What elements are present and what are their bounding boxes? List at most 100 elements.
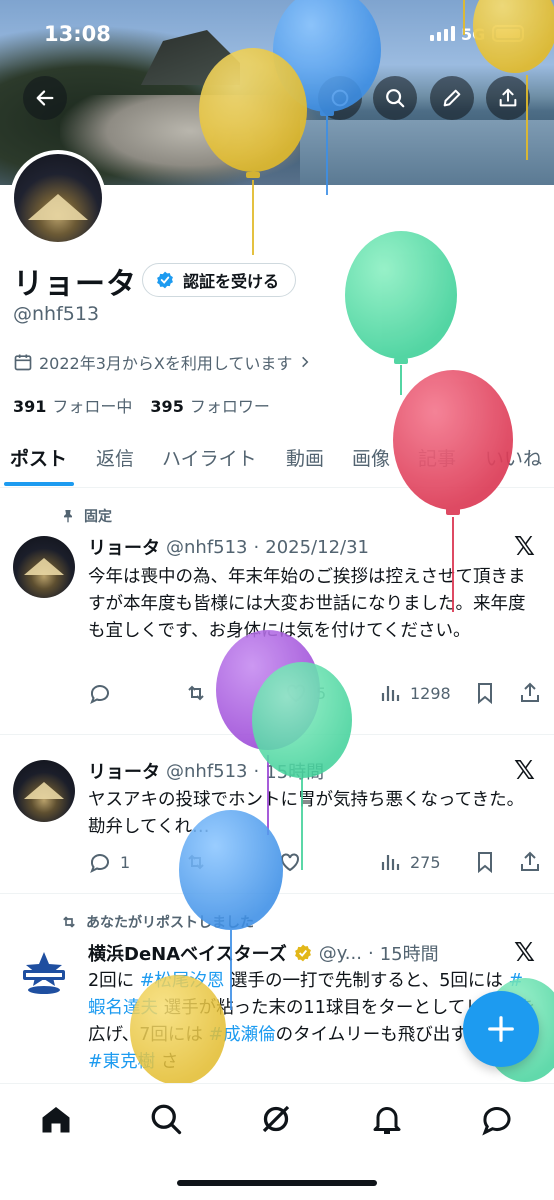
grok-button[interactable] xyxy=(318,76,362,120)
nav-notifications[interactable] xyxy=(369,1101,405,1137)
tab-articles[interactable]: 記事 xyxy=(418,444,456,471)
search-icon xyxy=(386,89,405,108)
followers-count: 395 xyxy=(150,397,184,416)
home-icon xyxy=(42,1107,70,1133)
tab-replies[interactable]: 返信 xyxy=(96,444,134,471)
bookmark-button[interactable] xyxy=(473,681,497,705)
compose-button[interactable] xyxy=(463,991,539,1067)
grok-icon xyxy=(262,1105,290,1133)
status-bar: 13:08 5G xyxy=(0,0,554,70)
bookmark-icon xyxy=(478,683,492,705)
post-text[interactable]: ヤスアキの投球でホントに胃が気持ち悪くなってきた。勘弁してくれ… xyxy=(88,787,536,841)
tab-images[interactable]: 画像 xyxy=(352,444,390,471)
profile-handle: @nhf513 xyxy=(13,303,100,325)
tab-videos[interactable]: 動画 xyxy=(286,444,324,471)
back-button[interactable] xyxy=(23,76,67,120)
repost-button[interactable] xyxy=(184,850,216,874)
post-separator: · xyxy=(367,942,374,964)
views-icon xyxy=(381,686,400,701)
share-button[interactable] xyxy=(486,76,530,120)
reply-button[interactable] xyxy=(88,681,120,705)
nav-home[interactable] xyxy=(38,1101,74,1137)
edit-button[interactable] xyxy=(430,76,474,120)
home-indicator xyxy=(177,1180,377,1186)
views-count: 275 xyxy=(410,852,441,872)
post-time: 2025/12/31 xyxy=(265,536,369,558)
post-author-handle: @nhf513 xyxy=(166,536,248,558)
tab-highlights[interactable]: ハイライト xyxy=(162,444,257,471)
post-text-segment: 選手が粘った末の11球目をタ xyxy=(158,998,396,1018)
post-separator: · xyxy=(253,536,260,558)
repost-button[interactable] xyxy=(184,681,216,705)
bookmark-icon xyxy=(478,852,492,874)
pin-icon xyxy=(64,510,72,523)
post-avatar[interactable] xyxy=(13,536,75,598)
verified-badge-icon xyxy=(157,271,173,289)
following-count: 391 xyxy=(13,397,47,416)
views-icon xyxy=(381,855,400,870)
x-logo-icon: 𝕏 xyxy=(514,532,535,562)
joined-date[interactable]: 2022年3月からXを利用しています xyxy=(13,350,312,374)
chevron-right-icon xyxy=(302,356,309,368)
pinned-label: 固定 xyxy=(84,509,112,525)
tab-likes[interactable]: いいね xyxy=(485,444,542,471)
post-avatar[interactable] xyxy=(13,942,75,1004)
heart-icon xyxy=(281,853,299,872)
balloon xyxy=(345,231,457,395)
share-icon xyxy=(499,88,517,107)
x-logo-icon: 𝕏 xyxy=(514,756,535,786)
hashtag-link[interactable]: #松尾汐恩 xyxy=(140,971,225,991)
joined-label: 2022年3月からXを利用しています xyxy=(39,354,293,373)
following-label: フォロー中 xyxy=(52,397,133,416)
post-text[interactable]: 今年は喪中の為、年末年始のご挨拶は控えさせて頂きますが本年度も皆様には大変お世話… xyxy=(88,564,536,645)
like-button[interactable] xyxy=(278,850,310,874)
post-author-name[interactable]: リョータ xyxy=(88,534,160,560)
post-text-segment: 2回に xyxy=(88,971,140,991)
bookmark-button[interactable] xyxy=(473,850,497,874)
tab-posts[interactable]: ポスト xyxy=(10,444,67,471)
followers-link[interactable]: 395 フォロワー xyxy=(150,393,269,417)
following-link[interactable]: 391 フォロー中 xyxy=(13,393,132,417)
post-text-segment: さ xyxy=(155,1052,179,1072)
share-post-button[interactable] xyxy=(518,681,542,705)
heart-icon xyxy=(287,684,305,703)
get-verified-button[interactable]: 認証を受ける xyxy=(142,263,297,297)
reply-button[interactable]: 1 xyxy=(88,850,130,874)
repost-icon xyxy=(63,916,75,928)
post-divider xyxy=(0,893,554,894)
profile-name: リョータ xyxy=(13,267,137,302)
nav-grok[interactable] xyxy=(258,1101,294,1137)
like-button[interactable]: 5 xyxy=(284,681,326,705)
post-text-segment: 選手の一打で先制すると、5回には xyxy=(224,971,509,991)
post-header: 横浜DeNAベイスターズ @y... · 15時間 xyxy=(88,940,439,966)
repost-context: あなたがリポストしました xyxy=(60,912,254,932)
back-arrow-icon xyxy=(36,90,54,106)
nav-search[interactable] xyxy=(148,1101,184,1137)
calendar-icon xyxy=(14,354,32,371)
reply-icon xyxy=(90,854,109,874)
reply-count: 1 xyxy=(120,852,131,872)
repost-context-label: あなたがリポストしました xyxy=(86,915,254,931)
hashtag-link[interactable]: #東克樹 xyxy=(88,1052,155,1072)
grok-icon xyxy=(331,89,349,107)
share-post-button[interactable] xyxy=(518,850,542,874)
views-button[interactable]: 1298 xyxy=(378,681,451,705)
post-author-name[interactable]: 横浜DeNAベイスターズ xyxy=(88,940,287,966)
messages-icon xyxy=(482,1107,511,1136)
signal-icon xyxy=(430,26,455,41)
active-tab-indicator xyxy=(4,482,74,486)
post-author-name[interactable]: リョータ xyxy=(88,758,160,784)
views-count: 1298 xyxy=(410,683,451,703)
nav-messages[interactable] xyxy=(479,1101,515,1137)
views-button[interactable]: 275 xyxy=(378,850,441,874)
hashtag-link[interactable]: #成瀬倫 xyxy=(208,1025,275,1045)
notifications-icon xyxy=(373,1107,401,1134)
reply-icon xyxy=(90,685,109,705)
post-actions: 5 1298 xyxy=(88,681,544,707)
pinned-context: 固定 xyxy=(60,506,112,526)
plus-icon xyxy=(488,1016,514,1042)
profile-avatar[interactable] xyxy=(10,150,106,246)
search-button[interactable] xyxy=(373,76,417,120)
share-icon xyxy=(521,851,539,871)
post-avatar[interactable] xyxy=(13,760,75,822)
